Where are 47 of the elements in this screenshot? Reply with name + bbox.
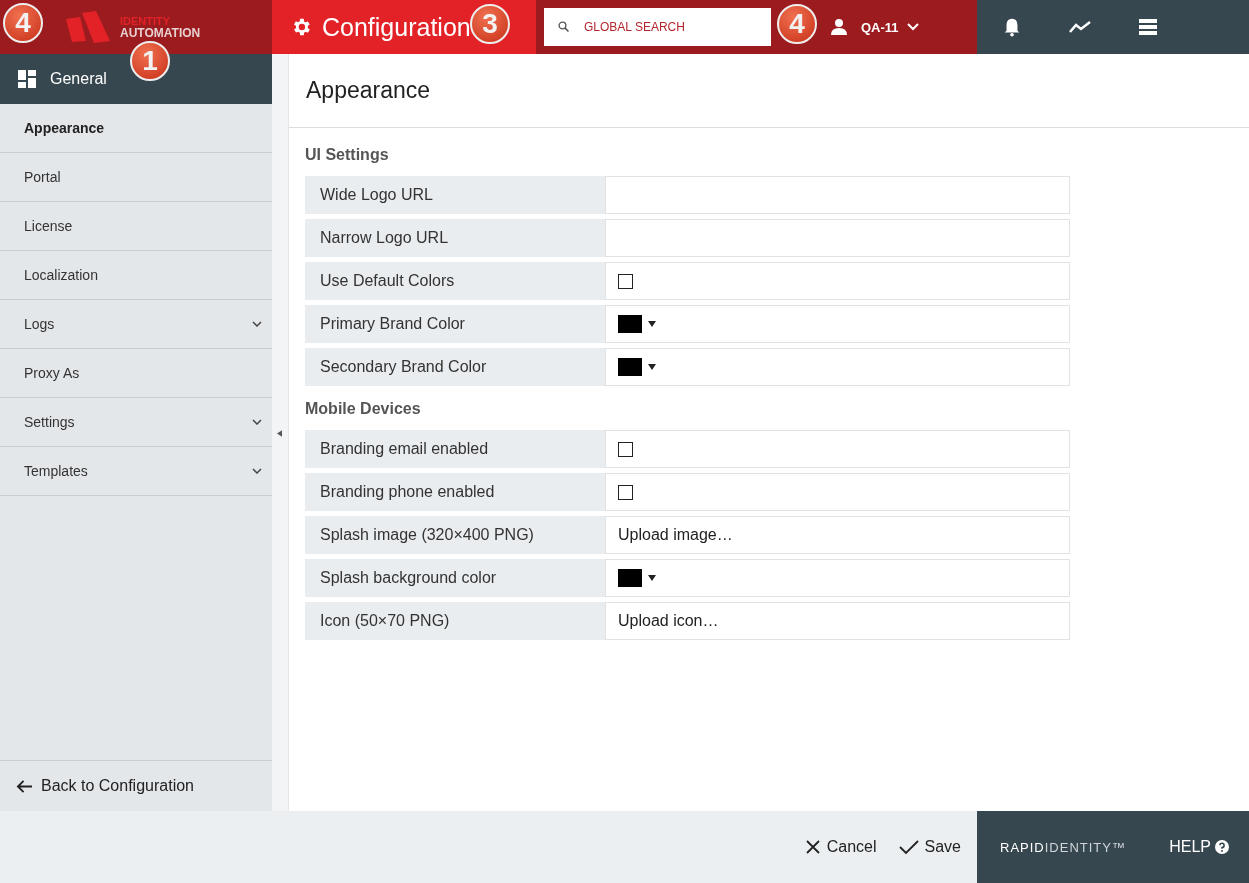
logo-text: IDENTITY bbox=[120, 15, 172, 27]
field-label: Branding email enabled bbox=[305, 430, 605, 468]
upload-link[interactable]: Upload icon… bbox=[618, 612, 719, 630]
field-label: Narrow Logo URL bbox=[305, 219, 605, 257]
color-picker[interactable] bbox=[618, 315, 656, 333]
checkbox[interactable] bbox=[618, 441, 633, 457]
check-icon bbox=[898, 839, 919, 855]
trend-line-icon[interactable] bbox=[1068, 20, 1092, 34]
dashboard-icon bbox=[18, 70, 36, 88]
section-title: UI Settings bbox=[305, 146, 390, 164]
caret-down-icon bbox=[648, 364, 656, 370]
save-button[interactable]: Save bbox=[898, 838, 961, 856]
cancel-button[interactable]: Cancel bbox=[804, 838, 877, 856]
page-title: Appearance bbox=[289, 54, 1249, 128]
color-picker[interactable] bbox=[618, 358, 656, 376]
field-label: Branding phone enabled bbox=[305, 473, 605, 511]
logo-text: AUTOMATION bbox=[120, 27, 201, 39]
field-label: Splash image (320×400 PNG) bbox=[305, 516, 605, 554]
color-picker[interactable] bbox=[618, 569, 656, 587]
section-title: Mobile Devices bbox=[305, 400, 422, 418]
arrow-left-icon bbox=[16, 778, 33, 794]
logo-icon bbox=[66, 11, 110, 43]
help-button[interactable]: HELP bbox=[1169, 838, 1229, 856]
user-menu-button[interactable]: QA-11 bbox=[861, 19, 919, 35]
user-icon[interactable] bbox=[829, 17, 849, 37]
field-label: Splash background color bbox=[305, 559, 605, 597]
collapse-icon[interactable] bbox=[277, 430, 282, 437]
field-label: Primary Brand Color bbox=[305, 305, 605, 343]
list-icon[interactable] bbox=[1138, 18, 1158, 36]
upload-link[interactable]: Upload image… bbox=[618, 526, 733, 544]
field-label: Use Default Colors bbox=[305, 262, 605, 300]
field-label: Secondary Brand Color bbox=[305, 348, 605, 386]
chevron-down-icon bbox=[906, 23, 919, 31]
sidebar-title: General bbox=[50, 70, 107, 88]
search-field[interactable]: GLOBAL SEARCH bbox=[544, 8, 771, 46]
input-field[interactable] bbox=[605, 176, 1070, 214]
checkbox[interactable] bbox=[618, 273, 633, 289]
checkbox[interactable] bbox=[618, 484, 633, 500]
caret-down-icon bbox=[648, 321, 656, 327]
help-icon bbox=[1215, 840, 1229, 854]
close-icon bbox=[804, 839, 821, 855]
brand-logo-text: RAPIDIDENTITY™ bbox=[1000, 839, 1126, 855]
caret-down-icon bbox=[648, 575, 656, 581]
field-label: Icon (50×70 PNG) bbox=[305, 602, 605, 640]
field-label: Wide Logo URL bbox=[305, 176, 605, 214]
input-field[interactable] bbox=[605, 219, 1070, 257]
search-icon bbox=[558, 21, 570, 33]
